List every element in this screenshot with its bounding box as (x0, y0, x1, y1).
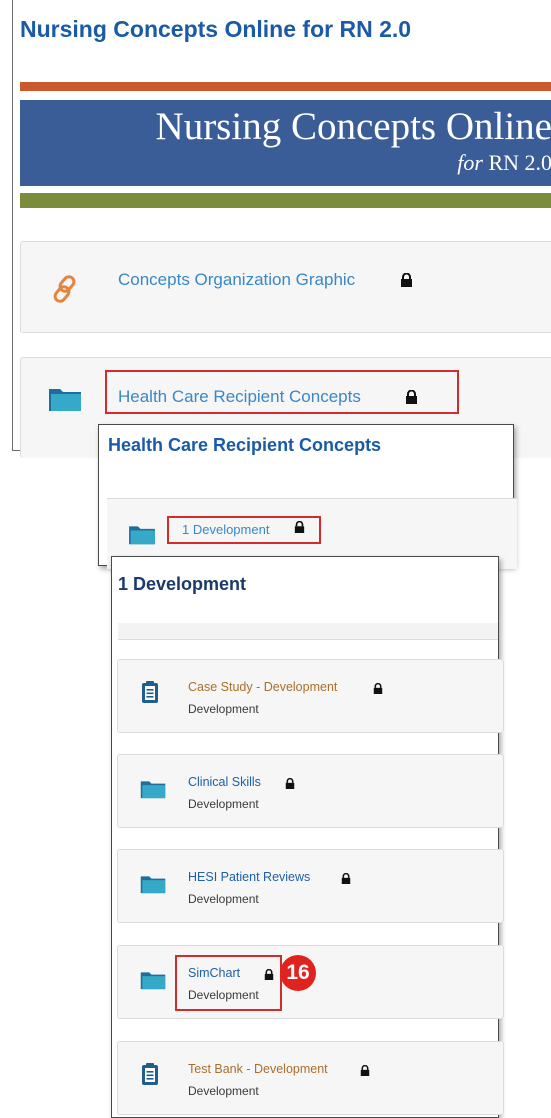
test-bank-label: Test Bank - Development (188, 1062, 328, 1076)
simchart-label: SimChart (188, 966, 241, 980)
folder-icon (140, 779, 166, 804)
list-item-test-bank: Test Bank - Development Development (117, 1041, 504, 1115)
clipboard-icon (140, 1062, 160, 1091)
banner-accent-bar-top (20, 82, 551, 91)
simchart-link[interactable]: SimChart (188, 966, 240, 980)
item-subtitle: Development (188, 702, 259, 716)
hesi-patient-reviews-label: HESI Patient Reviews (188, 870, 311, 884)
1-development-link[interactable]: 1 Development (182, 522, 269, 537)
list-item-clinical-skills: Clinical Skills Development (117, 754, 504, 828)
item-subtitle: Development (188, 892, 259, 906)
lock-icon (360, 1064, 370, 1082)
course-banner: Nursing Concepts Online for RN 2.0 (20, 100, 551, 186)
health-care-recipient-concepts-link[interactable]: Health Care Recipient Concepts (118, 387, 361, 407)
link-icon (48, 272, 82, 311)
case-study-label: Case Study - Development (188, 680, 338, 694)
list-item-hesi-patient-reviews: HESI Patient Reviews Development (117, 849, 504, 923)
lock-icon (400, 272, 413, 293)
lock-icon (373, 682, 383, 700)
item-subtitle: Development (188, 988, 259, 1002)
lock-icon (285, 777, 295, 795)
health-care-recipient-panel: Health Care Recipient Concepts 1 Develop… (98, 424, 517, 569)
1-development-label: 1 Development (182, 522, 270, 537)
clinical-skills-label: Clinical Skills (188, 775, 261, 789)
item-subtitle: Development (188, 797, 259, 811)
item-subtitle: Development (188, 1084, 259, 1098)
banner-accent-bar-bottom (20, 193, 551, 208)
folder-icon (140, 874, 166, 899)
clipboard-icon (140, 680, 160, 709)
page-title: Nursing Concepts Online for RN 2.0 (20, 16, 412, 42)
panel-title: Health Care Recipient Concepts (108, 435, 382, 455)
concepts-organization-graphic-label: Concepts Organization Graphic (118, 270, 356, 289)
banner-title: Nursing Concepts Online (155, 105, 551, 148)
hesi-patient-reviews-link[interactable]: HESI Patient Reviews (188, 870, 310, 884)
1-development-panel: 1 Development Case Study - Development D… (111, 556, 504, 1118)
lock-icon (264, 968, 274, 986)
case-study-link[interactable]: Case Study - Development (188, 680, 337, 694)
folder-icon (48, 386, 82, 417)
banner-subtitle-rest: RN 2.0 (488, 150, 551, 175)
banner-subtitle: for RN 2.0 (457, 150, 551, 176)
lock-icon (405, 389, 418, 410)
list-item-case-study: Case Study - Development Development (117, 659, 504, 733)
panel-title: 1 Development (118, 574, 247, 594)
lock-icon (341, 872, 351, 890)
step-number-badge: 16 (280, 955, 316, 991)
folder-icon (128, 524, 156, 550)
list-top-edge (118, 623, 498, 640)
content-item-concepts-organization-graphic: Concepts Organization Graphic (20, 241, 551, 333)
banner-subtitle-prefix: for (457, 150, 483, 175)
folder-icon (140, 970, 166, 995)
lock-icon (294, 520, 305, 539)
test-bank-link[interactable]: Test Bank - Development (188, 1062, 328, 1076)
health-care-recipient-concepts-label: Health Care Recipient Concepts (118, 387, 361, 406)
clinical-skills-link[interactable]: Clinical Skills (188, 775, 261, 789)
concepts-organization-graphic-link[interactable]: Concepts Organization Graphic (118, 270, 355, 290)
